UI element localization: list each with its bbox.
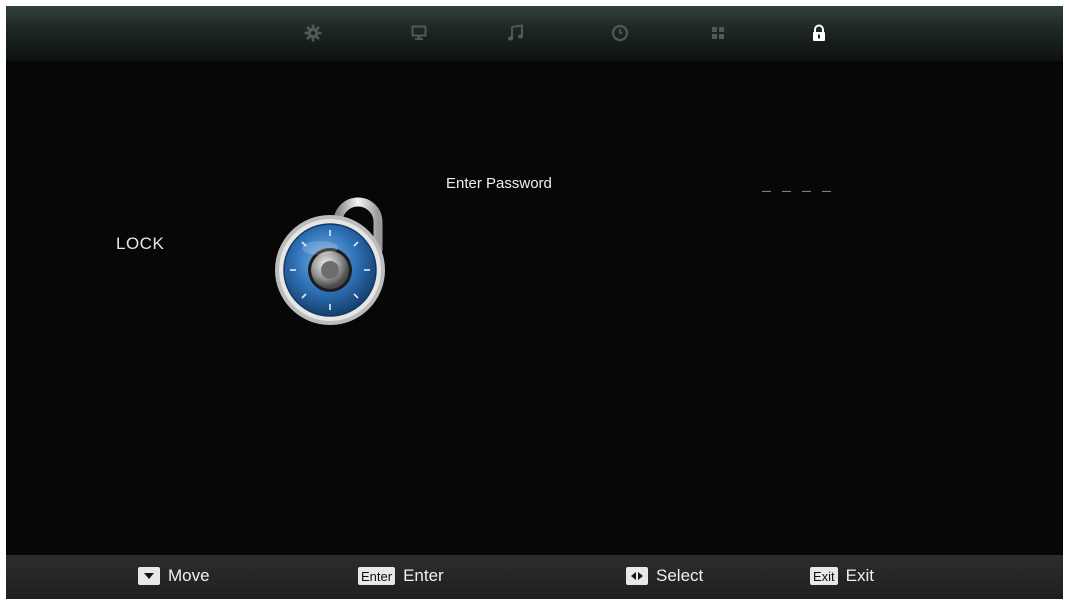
- tab-apps[interactable]: [705, 20, 731, 46]
- enter-key-icon: Enter: [358, 567, 396, 585]
- tab-picture[interactable]: [406, 20, 432, 46]
- gear-icon: [304, 24, 322, 42]
- hint-exit-label: Exit: [845, 566, 875, 585]
- hint-move-label: Move: [168, 566, 210, 585]
- tv-screen: LOCK Enter Password _ _ _ _ Move Enter E…: [6, 6, 1063, 599]
- monitor-icon: [411, 25, 427, 40]
- music-note-icon: [507, 24, 524, 41]
- hint-select: Select: [626, 566, 703, 586]
- grid-icon: [712, 27, 724, 39]
- down-arrow-key-icon: [138, 567, 160, 585]
- hint-enter: Enter Enter: [358, 566, 444, 586]
- tab-time[interactable]: [607, 20, 633, 46]
- lock-icon: [813, 24, 825, 41]
- tab-sound[interactable]: [503, 20, 529, 46]
- menu-tab-bar: [6, 6, 1063, 61]
- help-bar: Move Enter Enter Select Exit Exit: [6, 555, 1063, 599]
- clock-icon: [611, 24, 629, 42]
- left-right-arrow-key-icon: [626, 567, 648, 585]
- password-input[interactable]: _ _ _ _: [762, 178, 832, 195]
- password-prompt-label: Enter Password: [446, 175, 552, 192]
- page-title: LOCK: [116, 234, 165, 253]
- padlock-image: [275, 197, 385, 325]
- exit-key-icon: Exit: [810, 567, 838, 585]
- hint-exit: Exit Exit: [810, 566, 874, 586]
- hint-move: Move: [138, 566, 210, 586]
- hint-select-label: Select: [656, 566, 704, 585]
- tab-lock[interactable]: [806, 20, 832, 46]
- tab-setup[interactable]: [300, 20, 326, 46]
- hint-enter-label: Enter: [403, 566, 444, 585]
